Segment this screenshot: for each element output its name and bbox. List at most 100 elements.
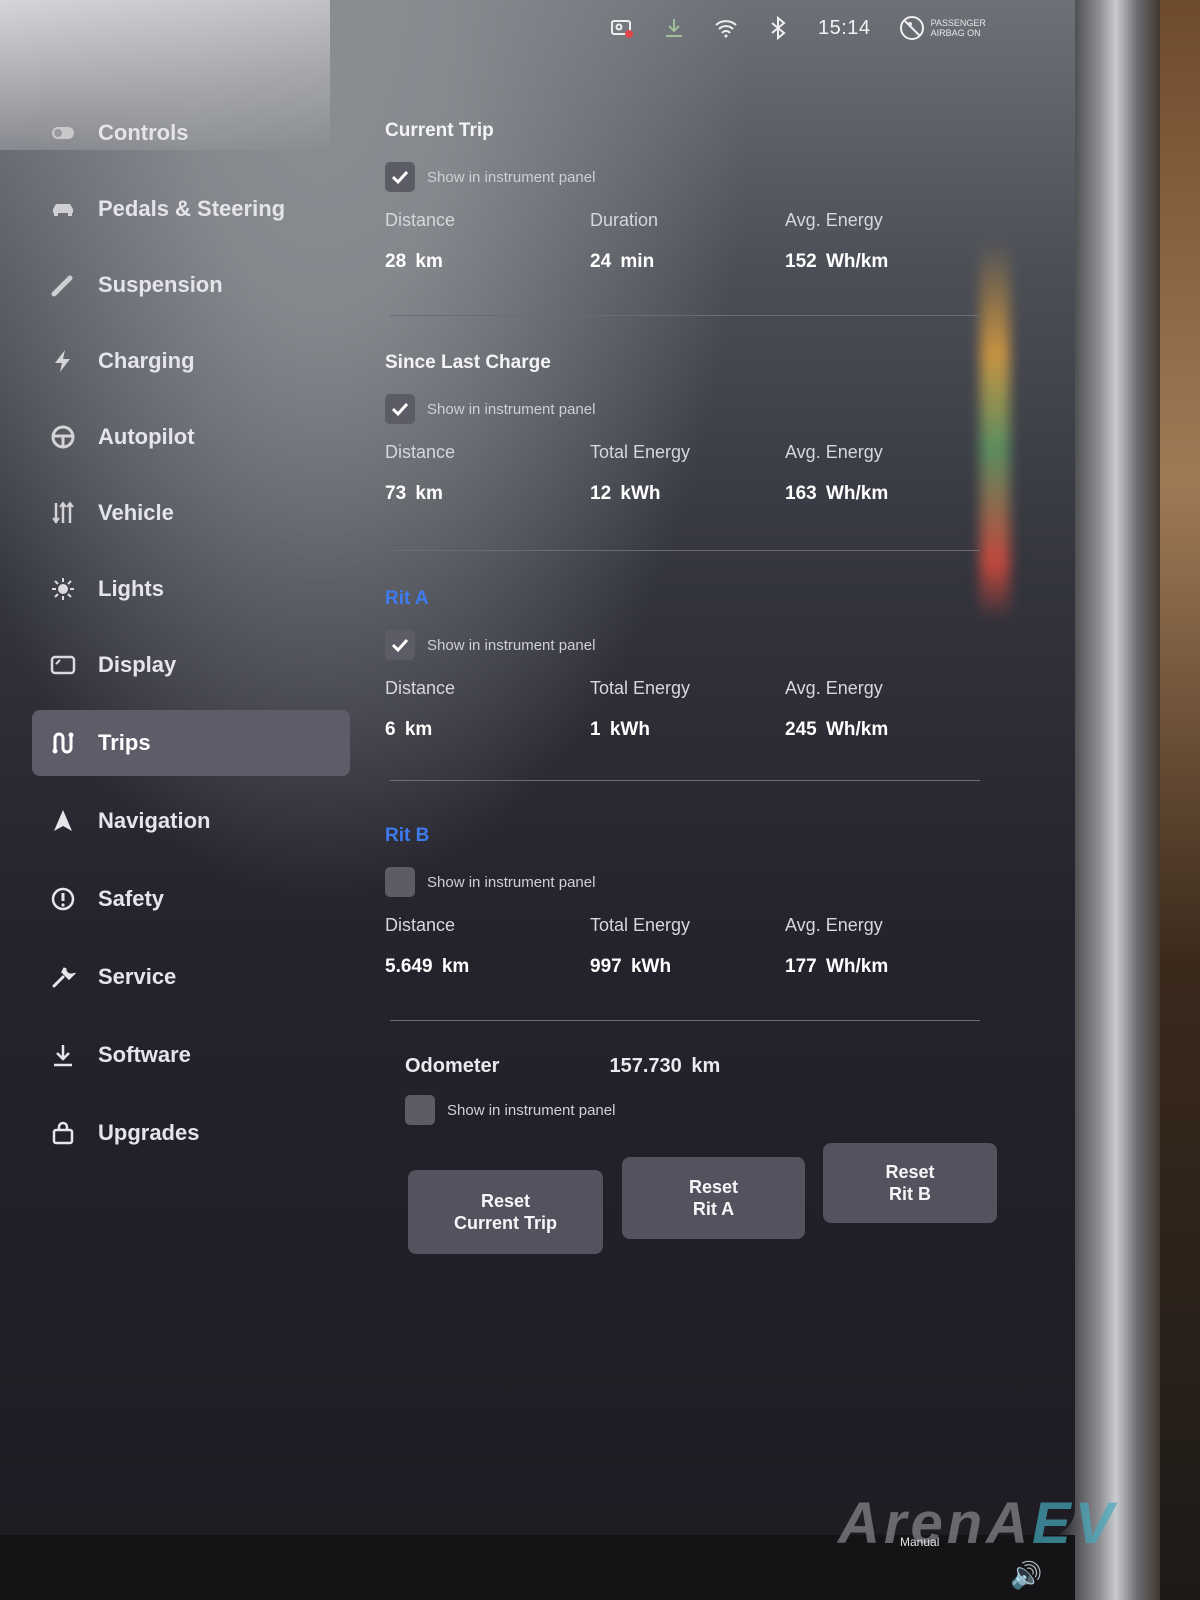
divider	[390, 550, 980, 551]
download-icon[interactable]	[662, 16, 686, 40]
sun-icon	[50, 576, 76, 602]
stat-value: 24 min	[590, 251, 655, 272]
show-in-instrument-panel-current-trip[interactable]: Show in instrument panel	[385, 162, 985, 192]
button-label-line2: Rit B	[889, 1184, 931, 1204]
sidebar-item-trips[interactable]: Trips	[32, 710, 350, 776]
stat-label: Avg. Energy	[785, 678, 883, 698]
sidebar-item-label: Display	[98, 652, 177, 677]
touchscreen: 15:14 PASSENGER AIRBAG ON Controls Pedals…	[0, 0, 1075, 1535]
stats-row: Distance 28 km Duration 24 min Avg. Energy…	[385, 210, 985, 273]
section-title: Rit A	[385, 588, 429, 609]
divider	[390, 1020, 980, 1021]
checkbox-unchecked[interactable]	[405, 1095, 435, 1125]
stat-value: 1 kWh	[590, 719, 650, 740]
airbag-line-2: AIRBAG ON	[930, 28, 981, 38]
volume-icon[interactable]: 🔊	[1010, 1560, 1042, 1591]
checkbox-label: Show in instrument panel	[427, 636, 596, 654]
stat-distance: Distance 6 km	[385, 678, 590, 741]
stat-label: Total Energy	[590, 442, 691, 462]
checkbox-checked[interactable]	[385, 394, 415, 424]
sidebar-item-label: Pedals & Steering	[98, 196, 286, 221]
sidebar-item-autopilot[interactable]: Autopilot	[32, 404, 350, 470]
route-icon	[50, 730, 76, 756]
sidebar-item-label: Safety	[98, 886, 165, 911]
odometer-row: Odometer 157.730 km	[405, 1055, 720, 1078]
stat-avg-energy: Avg. Energy 152 Wh/km	[785, 210, 985, 273]
sidebar-item-navigation[interactable]: Navigation	[32, 788, 350, 854]
clock: 15:14	[818, 16, 871, 39]
show-in-instrument-panel-rit-b[interactable]: Show in instrument panel	[385, 867, 985, 897]
stat-value: 12 kWh	[590, 483, 661, 504]
checkbox-checked[interactable]	[385, 162, 415, 192]
show-in-instrument-panel-odometer[interactable]: Show in instrument panel	[405, 1095, 615, 1125]
stat-distance: Distance 28 km	[385, 210, 590, 273]
sidebar-item-charging[interactable]: Charging	[32, 328, 350, 394]
sidebar-item-upgrades[interactable]: Upgrades	[32, 1100, 350, 1166]
stat-total-energy: Total Energy 1 kWh	[590, 678, 785, 741]
lightning-icon	[50, 348, 76, 374]
button-label-line1: Reset	[885, 1162, 935, 1182]
reset-current-trip-button[interactable]: Reset Current Trip	[408, 1170, 603, 1254]
stat-label: Distance	[385, 442, 456, 462]
stat-value: 997 kWh	[590, 956, 672, 977]
stat-value: 28 km	[385, 251, 443, 272]
stat-total-energy: Total Energy 12 kWh	[590, 442, 785, 505]
sidebar-item-vehicle[interactable]: Vehicle	[32, 480, 350, 546]
wifi-icon[interactable]	[714, 16, 738, 40]
sidebar-item-label: Service	[98, 964, 177, 989]
stat-label: Distance	[385, 915, 456, 935]
sidebar-item-label: Vehicle	[98, 500, 174, 525]
navigation-arrow-icon	[50, 808, 76, 834]
sliders-icon	[50, 500, 76, 526]
checkbox-checked[interactable]	[385, 630, 415, 660]
stat-value: 177 Wh/km	[785, 956, 889, 977]
stat-label: Avg. Energy	[785, 210, 883, 230]
checkbox-label: Show in instrument panel	[427, 168, 596, 186]
divider	[390, 780, 980, 781]
sidebar-item-lights[interactable]: Lights	[32, 556, 350, 622]
sidebar-item-display[interactable]: Display	[32, 632, 350, 698]
sidebar-item-label: Lights	[98, 576, 164, 601]
checkmark-icon	[391, 402, 409, 417]
sidebar-item-label: Autopilot	[98, 424, 195, 449]
show-in-instrument-panel-rit-a[interactable]: Show in instrument panel	[385, 630, 985, 660]
sidebar-item-software[interactable]: Software	[32, 1022, 350, 1088]
stat-value: 73 km	[385, 483, 443, 504]
stat-avg-energy: Avg. Energy 163 Wh/km	[785, 442, 985, 505]
stat-value: 6 km	[385, 719, 433, 740]
airbag-line-1: PASSENGER	[930, 18, 986, 28]
sidebar-item-label: Controls	[98, 120, 189, 145]
section-title: Current Trip	[385, 120, 494, 141]
stat-avg-energy: Avg. Energy 245 Wh/km	[785, 678, 985, 741]
stat-distance: Distance 73 km	[385, 442, 590, 505]
stat-label: Total Energy	[590, 678, 691, 698]
sidebar-item-safety[interactable]: Safety	[32, 866, 350, 932]
sidebar-item-label: Trips	[98, 730, 151, 755]
checkbox-unchecked[interactable]	[385, 867, 415, 897]
button-label-line2: Current Trip	[453, 1213, 557, 1233]
bluetooth-icon[interactable]	[766, 16, 790, 40]
button-label-line1: Reset	[480, 1191, 531, 1211]
passenger-airbag-status: PASSENGER AIRBAG ON	[899, 15, 986, 41]
reset-rit-b-button[interactable]: Reset Rit B	[823, 1143, 997, 1223]
stat-label: Duration	[590, 210, 659, 230]
sidebar-item-label: Charging	[98, 348, 195, 373]
climate-mode-label[interactable]: Manual	[900, 1535, 939, 1549]
steering-wheel-icon	[50, 424, 76, 450]
stat-label: Total Energy	[590, 915, 691, 935]
wrench-icon	[50, 964, 76, 990]
watermark: ArenAEV	[838, 1490, 1117, 1557]
stat-value: 152 Wh/km	[785, 251, 889, 272]
sidebar-item-service[interactable]: Service	[32, 944, 350, 1010]
stat-avg-energy: Avg. Energy 177 Wh/km	[785, 915, 985, 978]
sidebar-item-suspension[interactable]: Suspension	[32, 252, 350, 318]
sidebar-item-controls[interactable]: Controls	[32, 100, 350, 166]
stat-total-energy: Total Energy 997 kWh	[590, 915, 785, 978]
stats-row: Distance 73 km Total Energy 12 kWh Avg. En…	[385, 442, 985, 505]
sidebar-item-pedals-steering[interactable]: Pedals & Steering	[32, 176, 350, 242]
show-in-instrument-panel-since-last-charge[interactable]: Show in instrument panel	[385, 394, 985, 424]
sidebar-item-label: Suspension	[98, 272, 223, 297]
stats-row: Distance 6 km Total Energy 1 kWh Avg. Ener…	[385, 678, 985, 741]
reset-rit-a-button[interactable]: Reset Rit A	[622, 1157, 805, 1239]
dashcam-icon[interactable]	[610, 16, 634, 40]
